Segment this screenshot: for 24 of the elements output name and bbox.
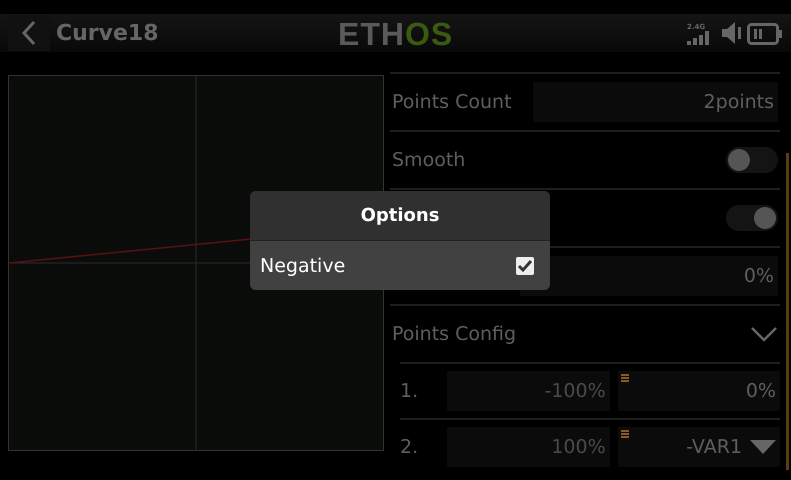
setting-label: Points Count xyxy=(392,91,512,113)
checkbox[interactable] xyxy=(516,256,534,274)
value-field[interactable]: 2points xyxy=(533,82,778,122)
dropdown-arrow-icon xyxy=(750,440,776,454)
toggle-switch[interactable] xyxy=(726,205,778,231)
value-field[interactable]: 0% xyxy=(520,256,778,296)
speaker-icon xyxy=(721,21,743,45)
x-value-field[interactable]: 100% xyxy=(447,427,610,467)
menu-icon xyxy=(620,374,629,382)
toggle-switch[interactable] xyxy=(726,147,778,173)
option-label: Negative xyxy=(260,254,346,276)
dialog-title: Options xyxy=(250,191,550,241)
battery-icon xyxy=(747,23,783,45)
y-value-field[interactable]: 0% xyxy=(618,371,780,411)
menu-icon xyxy=(620,430,629,438)
setting-label: Points Config xyxy=(392,323,516,345)
point-number: 2. xyxy=(400,436,420,458)
screen-title: Curve18 xyxy=(56,20,159,46)
setting-label: Smooth xyxy=(392,149,466,171)
point-number: 1. xyxy=(400,380,420,402)
chevron-icon[interactable] xyxy=(750,325,778,343)
y-value-field[interactable]: -VAR1 xyxy=(618,427,780,467)
x-value-field[interactable]: -100% xyxy=(447,371,610,411)
logo: ETHOS xyxy=(338,16,454,53)
